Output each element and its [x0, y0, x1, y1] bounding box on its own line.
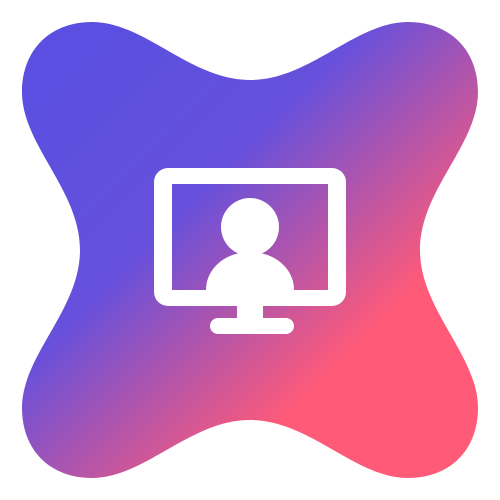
user-head — [221, 198, 279, 256]
app-icon — [0, 0, 500, 500]
app-icon-svg — [22, 22, 478, 478]
monitor-stand-base — [210, 318, 294, 334]
